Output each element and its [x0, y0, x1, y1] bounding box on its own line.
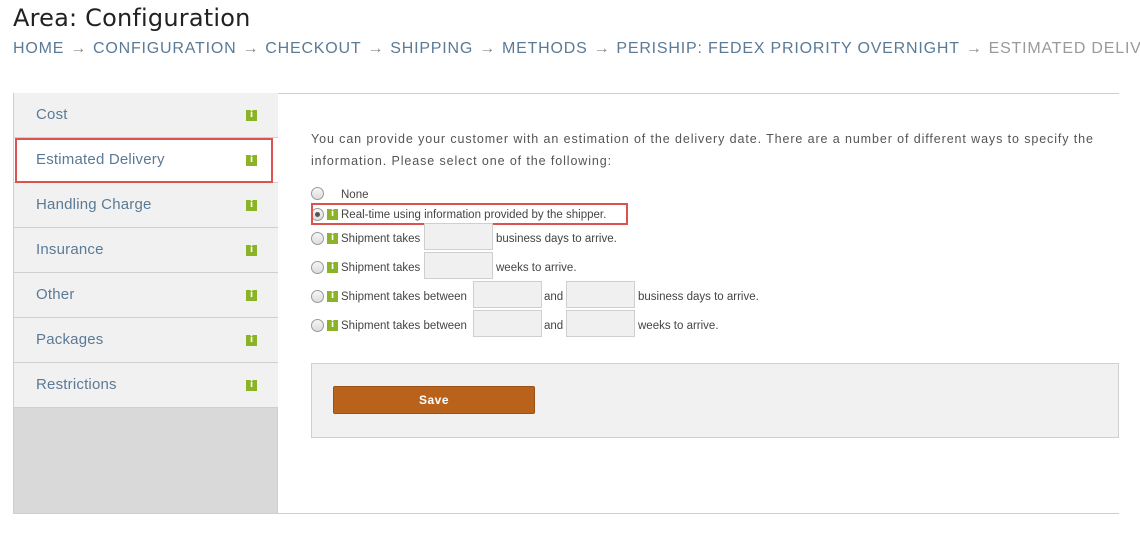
- option-days-between-suffix: business days to arrive.: [638, 291, 759, 303]
- option-weeks-suffix: weeks to arrive.: [496, 262, 577, 274]
- breadcrumb-current: ESTIMATED DELIVERY: [988, 40, 1140, 57]
- info-icon[interactable]: i: [246, 245, 257, 256]
- weeks-from-input[interactable]: [473, 310, 542, 337]
- info-icon[interactable]: i: [327, 291, 338, 302]
- sidebar-item-cost[interactable]: Cost i: [14, 93, 278, 138]
- sidebar-item-restrictions[interactable]: Restrictions i: [14, 363, 278, 408]
- breadcrumb-home[interactable]: HOME: [13, 40, 64, 57]
- info-icon[interactable]: i: [246, 155, 257, 166]
- breadcrumb-methods[interactable]: METHODS: [502, 40, 588, 57]
- sidebar-item-insurance[interactable]: Insurance i: [14, 228, 278, 273]
- days-input[interactable]: [424, 223, 493, 250]
- radio-weeks[interactable]: [311, 261, 324, 274]
- sidebar-item-handling-charge[interactable]: Handling Charge i: [14, 183, 278, 228]
- option-weeks-between-and: and: [544, 320, 564, 332]
- info-icon[interactable]: i: [327, 320, 338, 331]
- option-days-prefix: Shipment takes: [341, 233, 421, 245]
- info-icon[interactable]: i: [246, 110, 257, 121]
- breadcrumb-arrow-icon: →: [70, 40, 88, 57]
- option-realtime-label: Real-time using information provided by …: [341, 209, 607, 221]
- info-icon[interactable]: i: [327, 233, 338, 244]
- option-days-suffix: business days to arrive.: [496, 233, 617, 245]
- radio-realtime[interactable]: [311, 208, 324, 221]
- page-title: Area: Configuration: [13, 4, 251, 32]
- radio-days-between[interactable]: [311, 290, 324, 303]
- sidebar-item-label: Packages: [36, 331, 104, 348]
- weeks-to-input[interactable]: [566, 310, 635, 337]
- breadcrumb-configuration[interactable]: CONFIGURATION: [93, 40, 236, 57]
- sidebar-item-packages[interactable]: Packages i: [14, 318, 278, 363]
- breadcrumb-arrow-icon: →: [593, 40, 611, 57]
- radio-days[interactable]: [311, 232, 324, 245]
- info-icon[interactable]: i: [246, 290, 257, 301]
- sidebar-item-label: Insurance: [36, 241, 104, 258]
- sidebar-item-label: Handling Charge: [36, 196, 152, 213]
- radio-none[interactable]: [311, 187, 324, 200]
- option-weeks-between: i Shipment takes between and weeks to ar…: [311, 310, 791, 345]
- info-icon[interactable]: i: [246, 380, 257, 391]
- days-to-input[interactable]: [566, 281, 635, 308]
- option-weeks-prefix: Shipment takes: [341, 262, 421, 274]
- sidebar: Cost i Estimated Delivery i Handling Cha…: [13, 93, 278, 514]
- breadcrumb-periship[interactable]: PERISHIP: FEDEX PRIORITY OVERNIGHT: [616, 40, 959, 57]
- breadcrumb-arrow-icon: →: [242, 40, 260, 57]
- days-from-input[interactable]: [473, 281, 542, 308]
- sidebar-item-other[interactable]: Other i: [14, 273, 278, 318]
- breadcrumb-checkout[interactable]: CHECKOUT: [265, 40, 361, 57]
- radio-weeks-between[interactable]: [311, 319, 324, 332]
- weeks-input[interactable]: [424, 252, 493, 279]
- info-icon[interactable]: i: [246, 335, 257, 346]
- breadcrumb-arrow-icon: →: [367, 40, 385, 57]
- sidebar-item-label: Other: [36, 286, 75, 303]
- sidebar-item-label: Estimated Delivery: [36, 151, 165, 168]
- option-weeks-between-suffix: weeks to arrive.: [638, 320, 719, 332]
- option-days-between: i Shipment takes between and business da…: [311, 281, 791, 316]
- info-icon[interactable]: i: [327, 262, 338, 273]
- option-days-between-prefix: Shipment takes between: [341, 291, 467, 303]
- breadcrumb-arrow-icon: →: [965, 40, 983, 57]
- main-panel: You can provide your customer with an es…: [278, 94, 1119, 513]
- sidebar-item-estimated-delivery[interactable]: Estimated Delivery i: [14, 138, 278, 183]
- divider: [13, 513, 1119, 514]
- option-days-between-and: and: [544, 291, 564, 303]
- breadcrumb-shipping[interactable]: SHIPPING: [390, 40, 473, 57]
- intro-text: You can provide your customer with an es…: [311, 132, 1094, 168]
- sidebar-item-label: Restrictions: [36, 376, 117, 393]
- option-weeks-between-prefix: Shipment takes between: [341, 320, 467, 332]
- breadcrumb-arrow-icon: →: [479, 40, 496, 57]
- breadcrumb: HOME → CONFIGURATION → CHECKOUT → SHIPPING → MET…: [13, 40, 1140, 58]
- save-panel: Save: [311, 363, 1119, 438]
- save-button[interactable]: Save: [333, 386, 535, 414]
- option-none-label: None: [341, 189, 369, 201]
- info-icon[interactable]: i: [327, 209, 338, 220]
- sidebar-item-label: Cost: [36, 106, 68, 123]
- info-icon[interactable]: i: [246, 200, 257, 211]
